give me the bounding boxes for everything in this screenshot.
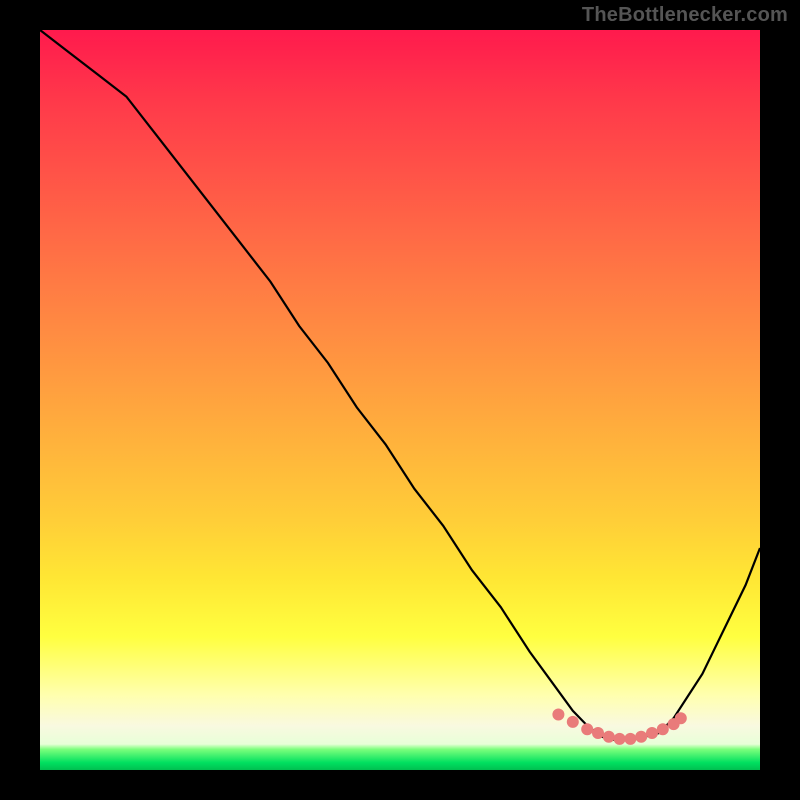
valley-dot [567, 716, 579, 728]
valley-dot [552, 709, 564, 721]
valley-dot [581, 723, 593, 735]
valley-dot [603, 731, 615, 743]
chart-svg [40, 30, 760, 770]
valley-dot [592, 727, 604, 739]
attribution-label: TheBottlenecker.com [582, 4, 788, 27]
valley-dot [635, 731, 647, 743]
gradient-plot-area [40, 30, 760, 770]
valley-dot [624, 733, 636, 745]
valley-dot [646, 727, 658, 739]
valley-dot [675, 712, 687, 724]
bottleneck-curve [40, 30, 760, 740]
valley-dot [657, 723, 669, 735]
valley-dot [614, 733, 626, 745]
